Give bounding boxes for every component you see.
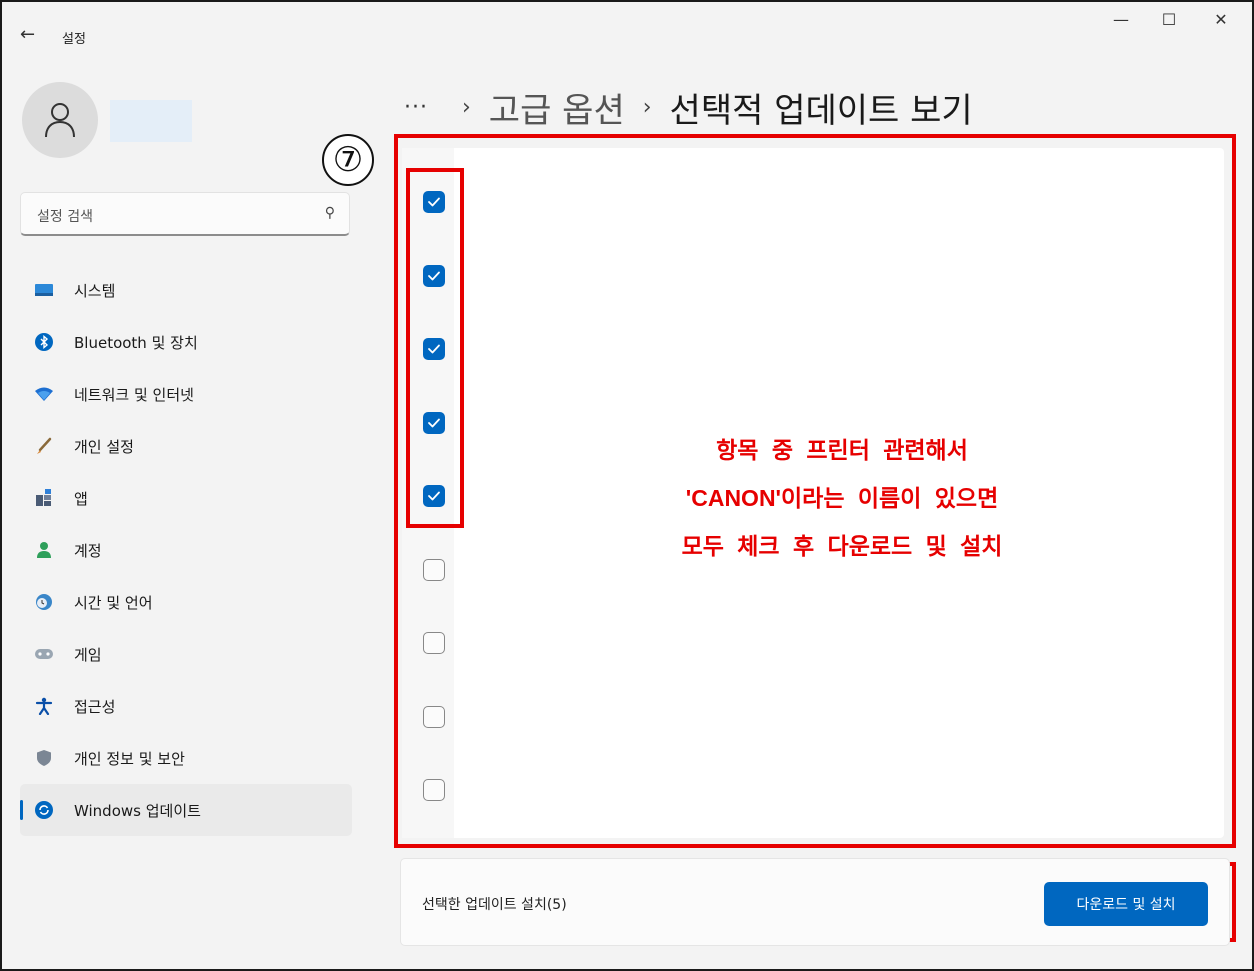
instruction-text: 항목 중 프린터 관련해서 'CANON'이라는 이름이 있으면 모두 체크 후…: [562, 426, 1122, 570]
instruction-line: 항목 중 프린터 관련해서: [716, 437, 968, 463]
breadcrumb-parent[interactable]: 고급 옵션: [489, 83, 625, 132]
step-7-marker: ⑦: [322, 134, 374, 186]
sidebar-item-windows-update[interactable]: Windows 업데이트: [20, 784, 352, 836]
chevron-right-icon: ›: [642, 94, 652, 120]
title-bar: ← 설정 — ☐ ✕: [2, 2, 1252, 62]
sidebar-item-label: 시스템: [74, 281, 116, 300]
instruction-line: 'CANON'이라는 이름이 있으면: [685, 485, 999, 511]
search-placeholder: 설정 검색: [37, 209, 93, 225]
minimize-icon[interactable]: —: [1098, 10, 1144, 29]
sidebar-item-accounts[interactable]: 계정: [20, 524, 352, 576]
windows-update-icon: [34, 800, 54, 820]
maximize-icon[interactable]: ☐: [1146, 10, 1192, 29]
apps-icon: [34, 488, 54, 508]
sidebar-item-label: 개인 설정: [74, 437, 134, 456]
sidebar-item-personalization[interactable]: 개인 설정: [20, 420, 352, 472]
user-icon: [45, 103, 75, 138]
sidebar-item-label: Bluetooth 및 장치: [74, 333, 198, 352]
bluetooth-icon: [34, 332, 54, 352]
sidebar-item-time-language[interactable]: 시간 및 언어: [20, 576, 352, 628]
shield-icon: [34, 748, 54, 768]
chevron-right-icon: ›: [461, 94, 471, 120]
sidebar-item-network[interactable]: 네트워크 및 인터넷: [20, 368, 352, 420]
download-install-button[interactable]: 다운로드 및 설치: [1044, 882, 1208, 926]
sidebar-item-privacy[interactable]: 개인 정보 및 보안: [20, 732, 352, 784]
sidebar-item-label: 네트워크 및 인터넷: [74, 385, 194, 404]
selected-updates-label: 선택한 업데이트 설치(5): [422, 897, 567, 913]
sidebar-item-label: 게임: [74, 645, 102, 664]
username-redacted: [110, 100, 192, 142]
brush-icon: [34, 436, 54, 456]
sidebar-item-system[interactable]: 시스템: [20, 264, 352, 316]
search-icon: ⚲: [324, 205, 335, 221]
back-arrow-icon[interactable]: ←: [20, 24, 35, 45]
sidebar-item-label: 계정: [74, 541, 102, 560]
breadcrumb-overflow[interactable]: ···: [404, 95, 428, 120]
monitor-icon: [34, 280, 54, 300]
breadcrumb: ··· › 고급 옵션 › 선택적 업데이트 보기: [404, 82, 973, 132]
sidebar-item-label: 접근성: [74, 697, 116, 716]
accessibility-icon: [34, 696, 54, 716]
close-icon[interactable]: ✕: [1198, 10, 1244, 29]
settings-window: ← 설정 — ☐ ✕ 설정 검색 ⚲ 시스템 Bluetooth 및 장치 네트…: [0, 0, 1254, 971]
instruction-line: 모두 체크 후 다운로드 및 설치: [681, 533, 1003, 559]
sidebar-item-gaming[interactable]: 게임: [20, 628, 352, 680]
sidebar-item-apps[interactable]: 앱: [20, 472, 352, 524]
sidebar-item-label: 시간 및 언어: [74, 593, 153, 612]
sidebar-item-label: 앱: [74, 489, 88, 508]
wifi-icon: [34, 384, 54, 404]
gamepad-icon: [34, 644, 54, 664]
sidebar-item-bluetooth[interactable]: Bluetooth 및 장치: [20, 316, 352, 368]
sidebar-nav: 시스템 Bluetooth 및 장치 네트워크 및 인터넷 개인 설정 앱 계정…: [20, 264, 352, 836]
annotation-frame-checkboxes: [406, 168, 464, 528]
avatar[interactable]: [22, 82, 98, 158]
app-title: 설정: [62, 32, 86, 47]
sidebar-item-label: Windows 업데이트: [74, 801, 201, 820]
search-input[interactable]: 설정 검색 ⚲: [20, 192, 350, 236]
sidebar-item-label: 개인 정보 및 보안: [74, 749, 185, 768]
globe-clock-icon: [34, 592, 54, 612]
sidebar-item-accessibility[interactable]: 접근성: [20, 680, 352, 732]
person-icon: [34, 540, 54, 560]
page-title: 선택적 업데이트 보기: [669, 90, 973, 131]
